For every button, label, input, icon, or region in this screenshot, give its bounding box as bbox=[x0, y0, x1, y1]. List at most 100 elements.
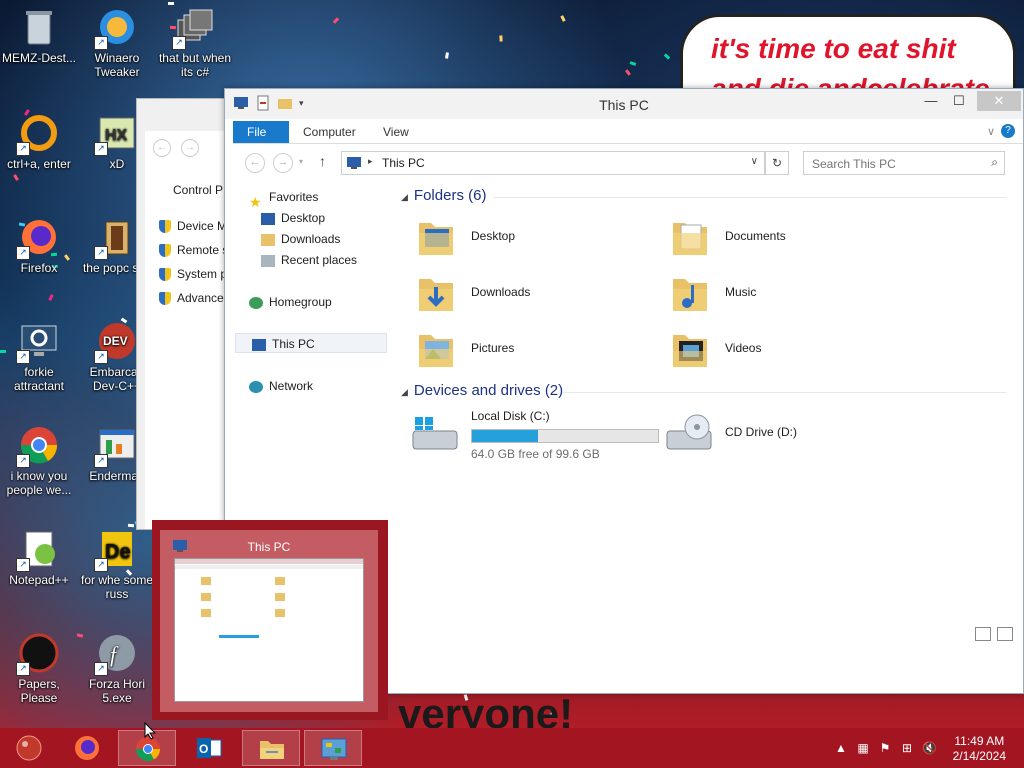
desktop-icon-label: i know you people we... bbox=[6, 469, 72, 497]
nav-recent-places[interactable]: Recent places bbox=[261, 250, 357, 270]
folder-label: Videos bbox=[725, 341, 762, 355]
shield-icon bbox=[159, 244, 171, 258]
thumbnail-preview-image bbox=[174, 558, 364, 702]
drive-free-space: 64.0 GB free of 99.6 GB bbox=[471, 447, 600, 461]
nav-downloads[interactable]: Downloads bbox=[261, 229, 340, 249]
devcpp-icon: DEV ↗ bbox=[94, 320, 138, 364]
folder-videos[interactable]: Videos bbox=[659, 325, 899, 375]
desktop-icon-firefox[interactable]: ↗ Firefox bbox=[0, 216, 78, 275]
windows-drive-icon bbox=[412, 417, 458, 450]
search-input[interactable] bbox=[810, 154, 984, 174]
tab-computer[interactable]: Computer bbox=[289, 121, 370, 143]
cp-link-system-protection[interactable]: System pr bbox=[159, 267, 231, 282]
volume-muted-icon[interactable]: 🔇 bbox=[922, 741, 937, 755]
desktop-icon-csharp[interactable]: ↗ that but when its c# bbox=[156, 6, 234, 79]
maximize-button[interactable]: ☐ bbox=[945, 91, 973, 111]
nav-label: Homegroup bbox=[269, 295, 332, 309]
tab-view[interactable]: View bbox=[369, 121, 423, 143]
control-panel-body: ← → Control P Device Ma Remote se System… bbox=[145, 131, 235, 529]
desktop-icon-label: forkie attractant bbox=[13, 365, 65, 393]
folder-downloads[interactable]: Downloads bbox=[405, 269, 645, 319]
folder-documents[interactable]: Documents bbox=[659, 213, 899, 263]
shortcut-arrow-icon: ↗ bbox=[94, 454, 108, 468]
chrome-icon: ↗ bbox=[16, 424, 60, 468]
drive-label: Local Disk (C:) bbox=[471, 409, 550, 423]
help-icon[interactable]: ? bbox=[1001, 124, 1015, 138]
wired-network-icon[interactable]: ⊞ bbox=[900, 741, 914, 755]
clock[interactable]: 11:49 AM 2/14/2024 bbox=[953, 734, 1006, 764]
taskbar-firefox[interactable] bbox=[58, 730, 116, 766]
group-header-label: Devices and drives (2) bbox=[413, 382, 564, 399]
details-view-icon[interactable] bbox=[975, 627, 991, 641]
nav-homegroup[interactable]: Homegroup bbox=[249, 292, 332, 312]
refresh-button[interactable]: ↻ bbox=[765, 151, 789, 175]
address-bar[interactable]: ▸ This PC ∨ bbox=[341, 151, 765, 175]
up-button[interactable]: ↑ bbox=[319, 153, 326, 169]
taskbar-outlook[interactable]: O bbox=[180, 730, 238, 766]
desktop-icon-de[interactable]: De ↗ for whe some russ bbox=[78, 528, 156, 601]
close-button[interactable]: ✕ bbox=[977, 91, 1021, 111]
folders-group-header[interactable]: ◢ Folders (6) bbox=[401, 187, 486, 204]
minimize-button[interactable]: — bbox=[917, 91, 945, 111]
drive-local-disk-c[interactable]: Local Disk (C:) 64.0 GB free of 99.6 GB bbox=[405, 409, 659, 461]
cd-drive-icon bbox=[666, 414, 712, 450]
taskbar-control-panel[interactable] bbox=[304, 730, 362, 766]
search-icon[interactable]: ⌕ bbox=[991, 155, 998, 170]
desktop-icon-memz[interactable]: MEMZ-Dest... bbox=[0, 6, 78, 65]
control-panel-window[interactable]: ← → Control P Device Ma Remote se System… bbox=[136, 98, 235, 530]
show-hidden-icons-icon[interactable]: ▲ bbox=[834, 741, 848, 755]
cp-link-device-manager[interactable]: Device Ma bbox=[159, 219, 234, 234]
recent-locations-icon[interactable]: ▾ bbox=[299, 157, 303, 166]
cp-link-advanced[interactable]: Advanced bbox=[159, 291, 230, 306]
devices-group-header[interactable]: ◢ Devices and drives (2) bbox=[401, 382, 563, 399]
desktop-icon-forkie[interactable]: ↗ forkie attractant bbox=[0, 320, 78, 393]
control-panel-home-link[interactable]: Control P bbox=[173, 183, 223, 197]
nav-desktop[interactable]: Desktop bbox=[261, 208, 325, 228]
large-icons-view-icon[interactable] bbox=[997, 627, 1013, 641]
shield-icon bbox=[159, 292, 171, 306]
title-bar[interactable]: ▾ This PC — ☐ ✕ bbox=[225, 89, 1023, 119]
clock-date: 2/14/2024 bbox=[952, 749, 1006, 763]
back-button[interactable]: ← bbox=[245, 153, 265, 173]
nav-label: Desktop bbox=[281, 211, 326, 225]
taskbar-thumbnail[interactable]: This PC bbox=[152, 520, 388, 720]
desktop-icon-label: that but when its c# bbox=[158, 51, 232, 79]
shortcut-arrow-icon: ↗ bbox=[16, 558, 30, 572]
nav-this-pc[interactable]: This PC bbox=[235, 333, 387, 353]
control-panel-forward-icon[interactable]: → bbox=[181, 139, 199, 157]
action-center-flag-icon[interactable]: ⚑ bbox=[878, 741, 892, 755]
desktop-icon-winaero[interactable]: ↗ Winaero Tweaker bbox=[78, 6, 156, 79]
nav-favorites[interactable]: ★ Favorites bbox=[249, 187, 318, 210]
window-chart-icon: ↗ bbox=[94, 424, 138, 468]
desktop-icon bbox=[261, 212, 275, 225]
start-button[interactable] bbox=[0, 730, 58, 766]
desktop-icon-forza[interactable]: f ↗ Forza Hori 5.exe bbox=[78, 632, 156, 705]
desktop-icon-notepadpp[interactable]: ↗ Notepad++ bbox=[0, 528, 78, 587]
nav-network[interactable]: Network bbox=[249, 376, 313, 396]
shortcut-arrow-icon: ↗ bbox=[94, 558, 108, 572]
search-box[interactable]: ⌕ bbox=[803, 151, 1005, 175]
view-toggle-buttons bbox=[975, 627, 1013, 641]
folder-music[interactable]: Music bbox=[659, 269, 899, 319]
network-tray-icon[interactable]: ▦ bbox=[856, 741, 870, 755]
taskbar-file-explorer[interactable] bbox=[242, 730, 300, 766]
folder-desktop[interactable]: Desktop bbox=[405, 213, 645, 263]
desktop-icon-papers-please[interactable]: ↗ Papers, Please bbox=[0, 632, 78, 705]
nav-label: Network bbox=[269, 379, 314, 393]
control-panel-icon bbox=[321, 738, 347, 760]
desktop-icon-chrome[interactable]: ↗ i know you people we... bbox=[0, 424, 78, 497]
folder-pictures[interactable]: Pictures bbox=[405, 325, 645, 375]
forward-button[interactable]: → bbox=[273, 153, 293, 173]
desktop-icon-ctrl-a[interactable]: ↗ ctrl+a, enter bbox=[0, 112, 78, 171]
collapse-triangle-icon: ◢ bbox=[401, 387, 408, 397]
shortcut-arrow-icon: ↗ bbox=[16, 142, 30, 156]
control-panel-back-icon[interactable]: ← bbox=[153, 139, 171, 157]
confetti-piece bbox=[127, 523, 135, 528]
address-row: ← → ▾ ↑ ▸ This PC ∨ ↻ ⌕ bbox=[233, 147, 1023, 177]
drive-label: CD Drive (D:) bbox=[725, 425, 797, 439]
drive-cd-d[interactable]: CD Drive (D:) bbox=[659, 409, 859, 459]
tab-file[interactable]: File bbox=[233, 121, 289, 143]
ribbon-expand-icon[interactable]: ∨ bbox=[987, 125, 995, 138]
svg-text:DEV: DEV bbox=[103, 334, 128, 348]
address-dropdown-icon[interactable]: ∨ bbox=[751, 156, 758, 167]
